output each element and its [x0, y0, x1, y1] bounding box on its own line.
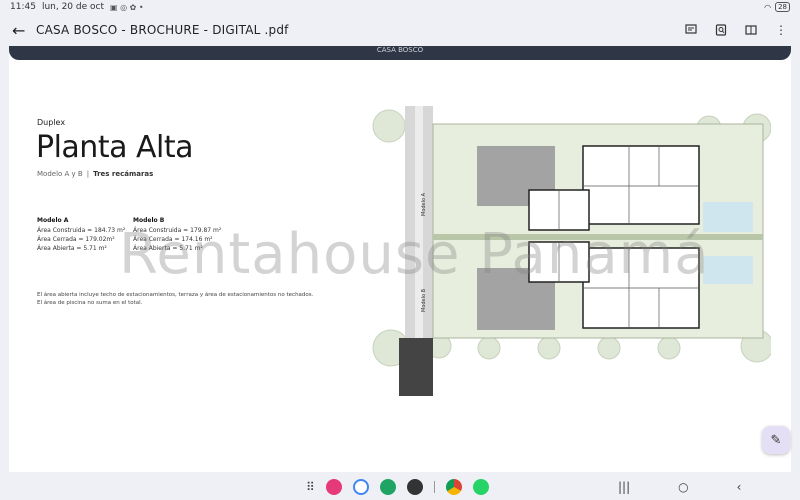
- model-meta: Modelo A y B | Tres recámaras: [37, 170, 153, 178]
- chrome-icon[interactable]: [445, 479, 462, 495]
- model-a-info: Modelo A Área Construida = 184.73 m² Áre…: [37, 216, 125, 253]
- page-title: Planta Alta: [36, 130, 194, 165]
- note-line: El área abierta incluye techo de estacio…: [37, 292, 314, 298]
- model-b-info: Modelo B Área Construida = 179.87 m² Áre…: [133, 216, 221, 253]
- pdf-page: CASA BOSCO Duplex Planta Alta Modelo A y…: [9, 46, 791, 472]
- page-header-band: CASA BOSCO: [9, 46, 791, 60]
- phone-icon[interactable]: [379, 479, 396, 495]
- app-dock: ⠿: [306, 479, 489, 495]
- dock-separator: [433, 481, 435, 493]
- clock: 11:45: [10, 2, 36, 12]
- camera-icon[interactable]: [406, 479, 423, 495]
- page-subtitle: Duplex: [37, 118, 66, 127]
- band-text: CASA BOSCO: [376, 46, 424, 54]
- model-a-line: Área Abierta = 5.71 m²: [37, 245, 107, 252]
- model-b-title: Modelo B: [133, 217, 165, 224]
- reading-mode-icon[interactable]: [744, 23, 758, 37]
- edit-pen-button[interactable]: ✎: [762, 426, 790, 454]
- wifi-icon: ◠: [764, 2, 772, 12]
- model-b-line: Área Construida = 179.87 m²: [133, 227, 222, 234]
- more-options-icon[interactable]: ⋮: [774, 23, 788, 37]
- document-title: CASA BOSCO - BROCHURE - DIGITAL .pdf: [36, 23, 289, 37]
- status-bar: 11:45 lun, 20 de oct ▣ ◎ ✿ • ◠ 28: [0, 0, 800, 14]
- model-b-line: Área Abierta = 5.71 m²: [133, 245, 203, 252]
- notification-icons: ▣ ◎ ✿ •: [109, 2, 144, 12]
- model-a-line: Área Cerrada = 179.02m²: [37, 236, 115, 243]
- home-icon[interactable]: ○: [678, 480, 688, 494]
- model-a-title: Modelo A: [37, 217, 69, 224]
- plan-label-a: Modelo A: [421, 192, 427, 216]
- model-text: Modelo A y B: [37, 170, 83, 178]
- app-bar: ← CASA BOSCO - BROCHURE - DIGITAL .pdf ⋮: [0, 14, 800, 46]
- apps-grid-icon[interactable]: ⠿: [306, 480, 315, 494]
- meta-separator: |: [86, 170, 90, 178]
- back-arrow-icon[interactable]: ←: [12, 21, 34, 40]
- floor-plan-image: Modelo A Modelo B: [369, 106, 771, 396]
- comment-icon[interactable]: [684, 23, 698, 37]
- galaxy-store-icon[interactable]: [325, 479, 342, 495]
- area-notes: El área abierta incluye techo de estacio…: [37, 291, 313, 307]
- plan-label-b: Modelo B: [421, 288, 427, 312]
- date: lun, 20 de oct: [41, 2, 104, 12]
- back-icon[interactable]: ‹: [737, 480, 742, 494]
- whatsapp-icon[interactable]: [472, 479, 489, 495]
- recents-icon[interactable]: |||: [618, 480, 630, 494]
- note-line: El área de piscina no suma en el total.: [37, 300, 143, 306]
- model-a-line: Área Construida = 184.73 m²: [37, 227, 126, 234]
- search-in-document-icon[interactable]: [714, 23, 728, 37]
- rooms-text: Tres recámaras: [93, 170, 154, 178]
- navigation-bar: ⠿ ||| ○ ‹: [0, 474, 800, 500]
- google-icon[interactable]: [352, 479, 369, 495]
- model-b-line: Área Cerrada = 174.16 m²: [133, 236, 213, 243]
- battery-icon: 28: [775, 2, 790, 12]
